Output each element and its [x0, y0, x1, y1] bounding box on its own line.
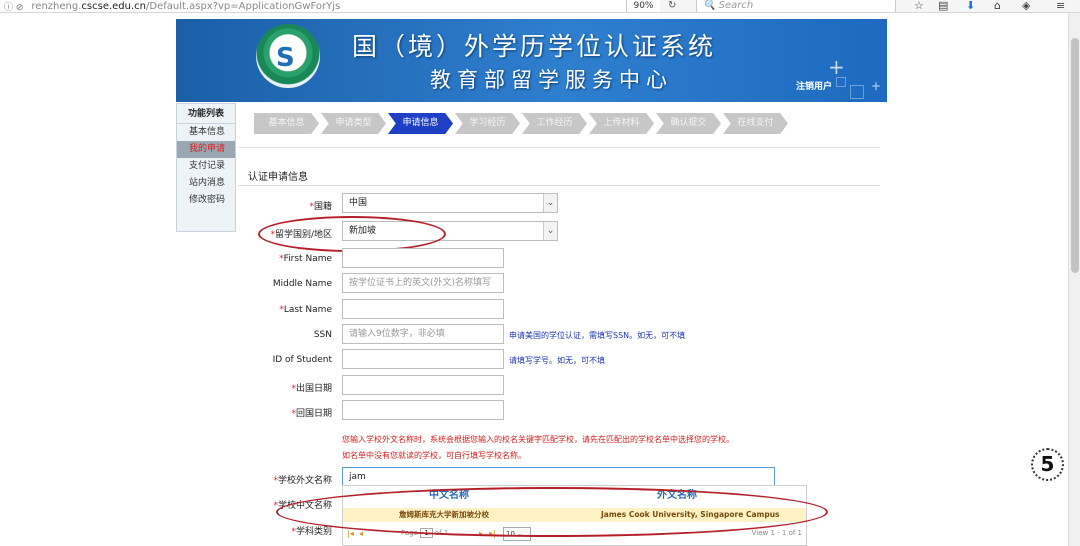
- logout-link[interactable]: 注销用户: [796, 79, 832, 92]
- bookmark-star-icon[interactable]: ☆: [914, 0, 924, 12]
- last-name-label: *Last Name: [279, 305, 332, 315]
- highlight-oval: [258, 216, 446, 252]
- menu-item-basic-info[interactable]: 基本信息: [177, 124, 235, 141]
- ssn-input[interactable]: 请输入9位数字，非必填: [342, 324, 504, 344]
- school-note-line2: 如名单中没有您就读的学校，可自行填写学校名称。: [342, 451, 526, 460]
- student-id-input[interactable]: [342, 349, 504, 369]
- middle-name-label: Middle Name: [272, 279, 332, 289]
- menu-item-my-applications[interactable]: 我的申请: [177, 141, 235, 158]
- highlight-oval: [276, 487, 828, 537]
- depart-date-input[interactable]: [342, 375, 504, 395]
- return-date-label: *回国日期: [291, 409, 332, 419]
- view-count: View 1 - 1 of 1: [751, 529, 802, 537]
- page-scrollbar[interactable]: [1068, 13, 1080, 546]
- logo-letter: S: [276, 43, 295, 73]
- address-bar[interactable]: ⓘ ⊘ renzheng.cscse.edu.cn/Default.aspx?v…: [0, 0, 660, 13]
- decor-square: [836, 77, 846, 87]
- prev-page-icon[interactable]: ◂: [359, 529, 363, 538]
- return-date-input[interactable]: [342, 400, 504, 420]
- middle-name-input[interactable]: 按学位证书上的英文(外文)名称填写: [342, 273, 504, 293]
- divider: [238, 147, 880, 148]
- student-id-label: ID of Student: [272, 355, 332, 365]
- school-note-line1: 您输入学校外文名称时，系统会根据您输入的校名关键字匹配学校，请先在匹配出的学校名…: [342, 435, 734, 444]
- step-upload-materials[interactable]: 上传材料: [589, 113, 654, 134]
- last-name-input[interactable]: [342, 299, 504, 319]
- chevron-down-icon: ⌄: [543, 194, 557, 212]
- download-icon[interactable]: ⬇: [966, 0, 975, 12]
- step-study-history[interactable]: 学习经历: [455, 113, 520, 134]
- ssn-hint: 申请美国的学位认证，需填写SSN。如无，可不填: [509, 331, 686, 340]
- menu-item-payment-records[interactable]: 支付记录: [177, 158, 235, 175]
- function-menu: 功能列表 基本信息 我的申请 支付记录 站内消息 修改密码: [176, 103, 236, 232]
- ssn-label: SSN: [313, 330, 332, 340]
- depart-date-label: *出国日期: [291, 384, 332, 394]
- pocket-icon[interactable]: ◈: [1022, 0, 1030, 12]
- menu-heading: 功能列表: [177, 104, 235, 124]
- menu-item-messages[interactable]: 站内消息: [177, 175, 235, 192]
- first-name-input[interactable]: [342, 248, 504, 268]
- center-subtitle: 教育部留学服务中心: [430, 68, 673, 92]
- decor-square: [850, 85, 864, 99]
- reader-icon[interactable]: ▤: [938, 0, 948, 12]
- site-banner: S 国（境）外学历学位认证系统 教育部留学服务中心 注销用户 + +: [176, 19, 887, 102]
- system-title: 国（境）外学历学位认证系统: [352, 32, 717, 61]
- decor-plus-icon: +: [871, 79, 882, 93]
- school-foreign-label: *学校外文名称: [273, 476, 332, 486]
- step-basic-info[interactable]: 基本信息: [254, 113, 319, 134]
- menu-item-change-password[interactable]: 修改密码: [177, 192, 235, 209]
- step-online-payment[interactable]: 在线支付: [723, 113, 788, 134]
- home-icon[interactable]: ⌂: [994, 0, 1001, 12]
- divider: [238, 185, 880, 186]
- step-application-type[interactable]: 申请类型: [321, 113, 386, 134]
- browser-toolbar: ⓘ ⊘ renzheng.cscse.edu.cn/Default.aspx?v…: [0, 0, 1080, 13]
- decor-plus-icon: +: [828, 55, 845, 79]
- number-badge: 5: [1031, 448, 1064, 481]
- first-page-icon[interactable]: |◂: [347, 529, 354, 538]
- site-info-icon[interactable]: ⓘ ⊘: [4, 0, 23, 13]
- nationality-select[interactable]: 中国 ⌄: [342, 193, 558, 213]
- zoom-level[interactable]: 90%: [626, 0, 660, 12]
- url-text: renzheng.cscse.edu.cn/Default.aspx?vp=Ap…: [31, 0, 341, 12]
- step-confirm-submit[interactable]: 确认提交: [656, 113, 721, 134]
- progress-steps: 基本信息 申请类型 申请信息 学习经历 工作经历 上传材料 确认提交 在线支付: [254, 113, 790, 134]
- major-label: *学科类别: [291, 527, 332, 537]
- chevron-down-icon: ⌄: [543, 222, 557, 240]
- first-name-label: *First Name: [279, 254, 332, 264]
- step-work-history[interactable]: 工作经历: [522, 113, 587, 134]
- section-title: 认证申请信息: [248, 172, 308, 183]
- step-application-info[interactable]: 申请信息: [388, 113, 453, 134]
- school-foreign-input[interactable]: jam: [342, 467, 775, 487]
- search-input[interactable]: 🔍 Search: [696, 0, 896, 12]
- nationality-label: *国籍: [309, 202, 332, 212]
- menu-icon[interactable]: ≡: [1056, 0, 1065, 12]
- student-id-hint: 请填写学号。如无，可不填: [509, 356, 605, 365]
- scrollbar-thumb[interactable]: [1071, 38, 1079, 273]
- reload-icon[interactable]: ↻: [668, 0, 676, 12]
